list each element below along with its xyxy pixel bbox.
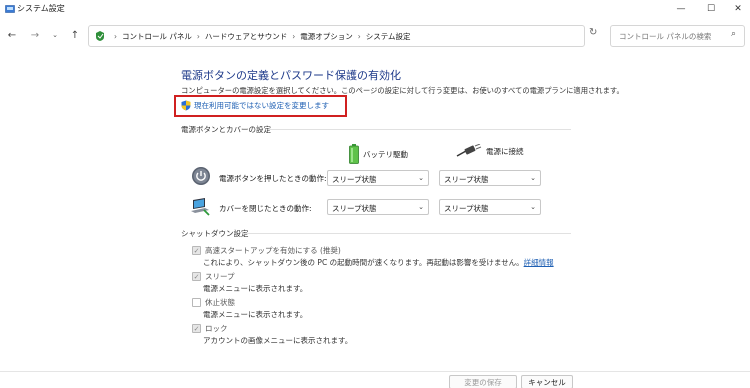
fast-startup-option: ✓ 高速スタートアップを有効にする (推奨) bbox=[192, 245, 341, 256]
sleep-option: ✓ スリープ bbox=[192, 271, 235, 282]
lock-description: アカウントの画像メニューに表示されます。 bbox=[203, 336, 353, 345]
maximize-button[interactable]: ☐ bbox=[696, 0, 726, 18]
lock-checkbox[interactable]: ✓ bbox=[192, 324, 201, 333]
power-button-icon bbox=[192, 167, 210, 185]
close-button[interactable]: ✕ bbox=[723, 0, 750, 18]
power-button-battery-select[interactable]: スリープ状態 ⌄ bbox=[327, 170, 429, 186]
hibernate-label: 休止状態 bbox=[205, 298, 235, 307]
lid-close-action-label: カバーを閉じたときの動作: bbox=[219, 204, 312, 213]
forward-button[interactable]: → bbox=[28, 28, 42, 42]
section-divider bbox=[243, 233, 571, 234]
laptop-lid-icon bbox=[191, 198, 210, 216]
battery-icon bbox=[349, 144, 359, 164]
lock-label: ロック bbox=[205, 324, 228, 333]
breadcrumb: › コントロール パネル › ハードウェアとサウンド › 電源オプション › システム設定 bbox=[114, 32, 411, 41]
minimize-button[interactable]: — bbox=[666, 0, 696, 18]
control-panel-icon bbox=[96, 31, 104, 41]
lid-close-plugged-select[interactable]: スリープ状態 ⌄ bbox=[439, 199, 541, 215]
hibernate-checkbox[interactable] bbox=[192, 298, 201, 307]
search-input[interactable]: コントロール パネルの検索 ⌕ bbox=[610, 25, 745, 47]
battery-column-header: バッテリ駆動 bbox=[349, 144, 408, 164]
chevron-down-icon: ⌄ bbox=[530, 174, 536, 182]
refresh-icon[interactable]: ↻ bbox=[589, 27, 597, 38]
fast-startup-label: 高速スタートアップを有効にする (推奨) bbox=[205, 246, 341, 255]
sleep-description: 電源メニューに表示されます。 bbox=[203, 284, 308, 293]
window-title: システム設定 bbox=[17, 4, 65, 13]
breadcrumb-control-panel[interactable]: コントロール パネル bbox=[122, 32, 192, 41]
search-icon[interactable]: ⌕ bbox=[731, 29, 736, 39]
chevron-down-icon: ⌄ bbox=[418, 203, 424, 211]
lock-option: ✓ ロック bbox=[192, 323, 228, 334]
breadcrumb-power-options[interactable]: 電源オプション bbox=[300, 32, 353, 41]
section-divider bbox=[268, 129, 571, 130]
sleep-checkbox[interactable]: ✓ bbox=[192, 272, 201, 281]
power-button-plugged-select[interactable]: スリープ状態 ⌄ bbox=[439, 170, 541, 186]
power-button-action-label: 電源ボタンを押したときの動作: bbox=[219, 174, 327, 183]
back-button[interactable]: ← bbox=[5, 28, 19, 42]
breadcrumb-system-settings[interactable]: システム設定 bbox=[366, 32, 411, 41]
up-button[interactable]: ↑ bbox=[68, 28, 82, 42]
plugged-column-label: 電源に接続 bbox=[486, 146, 524, 156]
address-bar[interactable]: ›コントロール パネル›ハードウェアとサウンド›電源オプション›システム設定 ⌄ bbox=[88, 25, 662, 47]
fast-startup-checkbox[interactable]: ✓ bbox=[192, 246, 201, 255]
chevron-down-icon: ⌄ bbox=[418, 174, 424, 182]
power-section-heading: 電源ボタンとカバーの設定 bbox=[181, 125, 271, 134]
hibernate-description: 電源メニューに表示されます。 bbox=[203, 310, 308, 319]
control-panel-icon bbox=[5, 5, 15, 13]
breadcrumb-hardware-sound[interactable]: ハードウェアとサウンド bbox=[205, 32, 287, 41]
battery-column-label: バッテリ駆動 bbox=[363, 149, 408, 159]
power-plug-icon bbox=[456, 144, 482, 157]
page-title: 電源ボタンの定義とパスワード保護の有効化 bbox=[181, 69, 401, 82]
hibernate-option: 休止状態 bbox=[192, 297, 235, 308]
cancel-button[interactable]: キャンセル bbox=[521, 375, 573, 388]
title-bar: システム設定 — ☐ ✕ bbox=[0, 0, 750, 18]
search-placeholder: コントロール パネルの検索 bbox=[619, 32, 712, 41]
plugged-column-header: 電源に接続 bbox=[456, 144, 524, 158]
highlight-box bbox=[174, 95, 347, 117]
more-info-link[interactable]: 詳細情報 bbox=[524, 258, 554, 267]
lid-close-battery-select[interactable]: スリープ状態 ⌄ bbox=[327, 199, 429, 215]
fast-startup-description: これにより、シャットダウン後の PC の起動時間が速くなります。再起動は影響を受… bbox=[203, 258, 554, 267]
sleep-label: スリープ bbox=[205, 272, 235, 281]
recent-locations-button[interactable]: ⌄ bbox=[48, 28, 62, 42]
shutdown-section-heading: シャットダウン設定 bbox=[181, 229, 249, 238]
chevron-down-icon: ⌄ bbox=[530, 203, 536, 211]
footer-divider bbox=[0, 371, 750, 372]
save-changes-button[interactable]: 変更の保存 bbox=[449, 375, 517, 388]
